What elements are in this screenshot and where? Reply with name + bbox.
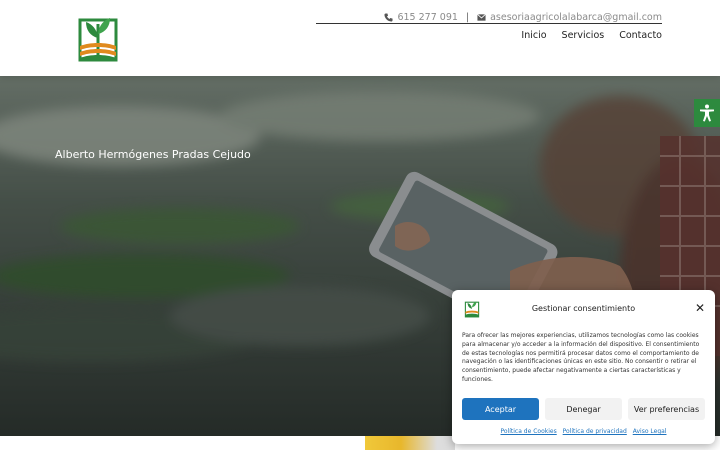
header-divider [316, 23, 662, 24]
consent-title: Gestionar consentimiento [531, 304, 636, 313]
consent-links: Política de Cookies Política de privacid… [452, 428, 715, 435]
phone-link[interactable]: 615 277 091 [397, 12, 457, 23]
privacy-policy-link[interactable]: Política de privacidad [563, 428, 627, 435]
envelope-icon [477, 14, 486, 21]
cookie-policy-link[interactable]: Política de Cookies [501, 428, 557, 435]
accessibility-button[interactable] [694, 99, 720, 127]
nav-item-servicios[interactable]: Servicios [562, 30, 605, 41]
deny-button[interactable]: Denegar [545, 398, 622, 420]
contact-info: 615 277 091 | asesoriaagricolalabarca@gm… [384, 12, 662, 23]
main-nav: Inicio Servicios Contacto [521, 30, 662, 41]
contact-separator: | [465, 12, 470, 23]
accept-button[interactable]: Aceptar [462, 398, 539, 420]
legal-notice-link[interactable]: Aviso Legal [633, 428, 667, 435]
nav-item-inicio[interactable]: Inicio [521, 30, 546, 41]
close-icon[interactable]: ✕ [695, 302, 705, 314]
sunflower-image [365, 436, 455, 450]
phone-icon [384, 13, 394, 22]
accessibility-icon [700, 104, 714, 122]
site-logo[interactable] [78, 14, 118, 63]
preferences-button[interactable]: Ver preferencias [628, 398, 705, 420]
hero-title: Alberto Hermógenes Pradas Cejudo [55, 148, 251, 161]
cookie-consent-dialog: Gestionar consentimiento ✕ Para ofrecer … [452, 290, 715, 444]
consent-message: Para ofrecer las mejores experiencias, u… [462, 332, 700, 383]
nav-item-contacto[interactable]: Contacto [619, 30, 662, 41]
site-header: 615 277 091 | asesoriaagricolalabarca@gm… [0, 0, 720, 76]
email-link[interactable]: asesoriaagricolalabarca@gmail.com [490, 12, 662, 23]
